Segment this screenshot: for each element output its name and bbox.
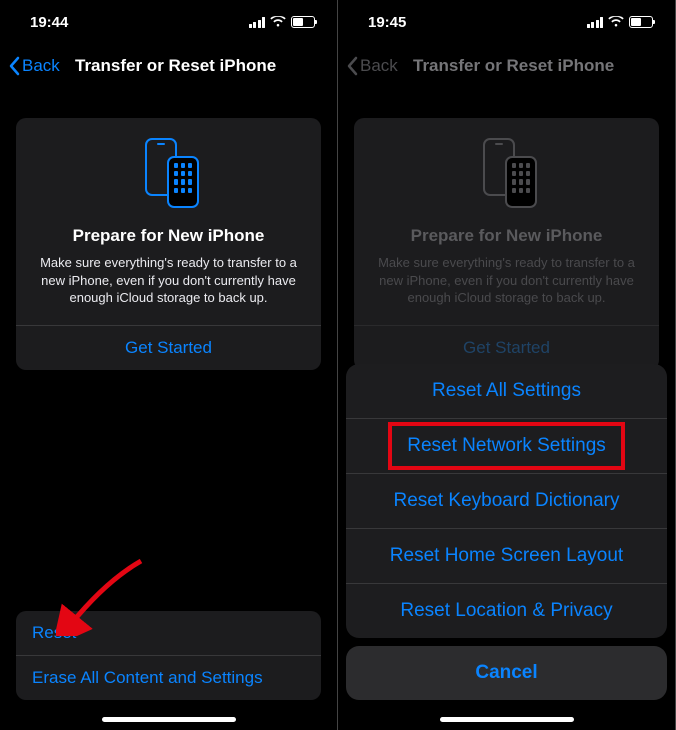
chevron-left-icon	[346, 56, 358, 76]
back-button[interactable]: Back	[8, 56, 60, 76]
status-time: 19:44	[30, 14, 68, 31]
cellular-icon	[249, 17, 266, 28]
status-icons: 49	[249, 16, 316, 28]
nav-title: Transfer or Reset iPhone	[413, 56, 614, 76]
wifi-icon	[270, 16, 286, 28]
transfer-devices-icon	[139, 138, 199, 208]
reset-action-sheet: Reset All Settings Reset Network Setting…	[338, 364, 675, 730]
card-description: Make sure everything's ready to transfer…	[368, 254, 645, 307]
status-time: 19:45	[368, 14, 406, 31]
right-screenshot: 19:45 49 Back Transfer or Reset iPhone P…	[338, 0, 676, 730]
cancel-button[interactable]: Cancel	[346, 646, 667, 700]
back-button: Back	[346, 56, 398, 76]
reset-location-privacy-option[interactable]: Reset Location & Privacy	[346, 584, 667, 638]
status-bar: 19:45 49	[338, 0, 675, 44]
reset-button[interactable]: Reset	[16, 611, 321, 656]
transfer-devices-icon	[477, 138, 537, 208]
reset-all-settings-option[interactable]: Reset All Settings	[346, 364, 667, 419]
nav-bar: Back Transfer or Reset iPhone	[0, 44, 337, 88]
get-started-button[interactable]: Get Started	[16, 325, 321, 370]
status-bar: 19:44 49	[0, 0, 337, 44]
prepare-card: Prepare for New iPhone Make sure everyth…	[354, 118, 659, 370]
prepare-card: Prepare for New iPhone Make sure everyth…	[16, 118, 321, 370]
battery-icon: 49	[291, 16, 315, 28]
reset-home-screen-option[interactable]: Reset Home Screen Layout	[346, 529, 667, 584]
back-label: Back	[360, 56, 398, 76]
annotation-highlight	[388, 422, 625, 470]
nav-title: Transfer or Reset iPhone	[75, 56, 276, 76]
wifi-icon	[608, 16, 624, 28]
get-started-button: Get Started	[354, 325, 659, 370]
reset-network-settings-option[interactable]: Reset Network Settings	[346, 419, 667, 474]
chevron-left-icon	[8, 56, 20, 76]
status-icons: 49	[587, 16, 654, 28]
reset-keyboard-dictionary-option[interactable]: Reset Keyboard Dictionary	[346, 474, 667, 529]
reset-options-list: Reset Erase All Content and Settings	[16, 611, 321, 700]
battery-icon: 49	[629, 16, 653, 28]
home-indicator[interactable]	[102, 717, 236, 722]
left-screenshot: 19:44 49 Back Transfer or Reset iPhone P…	[0, 0, 338, 730]
action-sheet-options: Reset All Settings Reset Network Setting…	[346, 364, 667, 638]
erase-all-button[interactable]: Erase All Content and Settings	[16, 656, 321, 700]
nav-bar: Back Transfer or Reset iPhone	[338, 44, 675, 88]
card-title: Prepare for New iPhone	[30, 226, 307, 246]
back-label: Back	[22, 56, 60, 76]
cellular-icon	[587, 17, 604, 28]
home-indicator[interactable]	[440, 717, 574, 722]
card-title: Prepare for New iPhone	[368, 226, 645, 246]
card-description: Make sure everything's ready to transfer…	[30, 254, 307, 307]
